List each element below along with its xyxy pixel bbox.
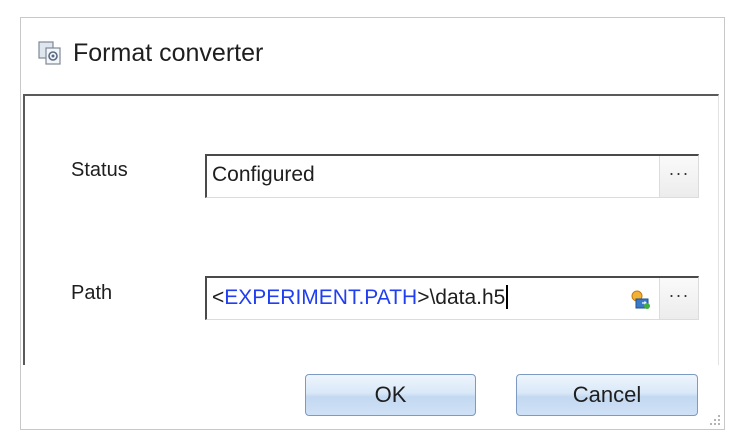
resize-grip-icon[interactable] (707, 412, 721, 426)
dialog-content: Status Configured ··· Path <EXPERIMENT.P… (23, 94, 719, 366)
dialog-titlebar: Format converter (21, 18, 724, 93)
converter-icon (37, 40, 63, 66)
status-browse-button[interactable]: ··· (659, 156, 698, 197)
path-label: Path (71, 282, 113, 304)
path-value-suffix: >\data.h5 (417, 286, 506, 309)
text-caret (506, 285, 509, 309)
path-variable: EXPERIMENT.PATH (224, 286, 418, 309)
status-field[interactable]: Configured ··· (205, 154, 699, 198)
dialog-title: Format converter (73, 39, 264, 67)
path-value-prefix: < (212, 286, 225, 309)
insert-variable-icon[interactable] (630, 289, 652, 311)
format-converter-dialog: Format converter Status Configured ··· P… (20, 17, 725, 430)
status-value: Configured (212, 163, 315, 186)
dialog-footer: OK Cancel (21, 365, 724, 429)
status-label: Status (71, 159, 128, 181)
cancel-button[interactable]: Cancel (516, 374, 698, 416)
path-browse-button[interactable]: ··· (659, 278, 698, 319)
path-field[interactable]: <EXPERIMENT.PATH>\data.h5 ··· (205, 276, 699, 320)
ok-button[interactable]: OK (305, 374, 476, 416)
path-value: <EXPERIMENT.PATH>\data.h5 (212, 285, 509, 310)
